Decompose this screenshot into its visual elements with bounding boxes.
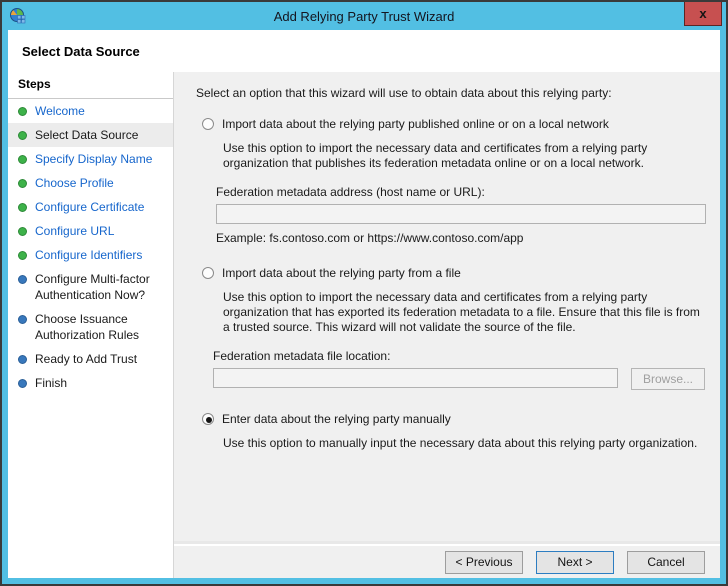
sidebar-item-finish: Finish (8, 371, 173, 395)
step-bullet-icon (18, 275, 27, 284)
sidebar-item-configure-certificate[interactable]: Configure Certificate (8, 195, 173, 219)
metadata-file-input (213, 368, 618, 388)
steps-sidebar: Steps Welcome Select Data Source Specify… (8, 72, 174, 578)
step-bullet-icon (18, 251, 27, 260)
radio-option-import-online[interactable]: Import data about the relying party publ… (202, 117, 712, 132)
wizard-window: Add Relying Party Trust Wizard x Select … (0, 0, 728, 586)
wizard-page-content: Select an option that this wizard will u… (174, 72, 720, 544)
next-button[interactable]: Next > (536, 551, 614, 574)
radio-label: Enter data about the relying party manua… (222, 412, 451, 427)
sidebar-item-configure-url[interactable]: Configure URL (8, 219, 173, 243)
browse-button: Browse... (631, 368, 705, 390)
radio-button-selected-icon[interactable] (202, 413, 214, 425)
sidebar-item-configure-multifactor: Configure Multi-factor Authentication No… (8, 267, 173, 307)
sidebar-item-ready-to-add-trust: Ready to Add Trust (8, 347, 173, 371)
close-button[interactable]: x (684, 2, 722, 26)
step-bullet-icon (18, 227, 27, 236)
sidebar-item-choose-issuance-rules: Choose Issuance Authorization Rules (8, 307, 173, 347)
sidebar-item-configure-identifiers[interactable]: Configure Identifiers (8, 243, 173, 267)
step-bullet-icon (18, 315, 27, 324)
radio-label: Import data about the relying party from… (222, 266, 461, 281)
sidebar-item-choose-profile[interactable]: Choose Profile (8, 171, 173, 195)
radio-option-import-file[interactable]: Import data about the relying party from… (202, 266, 712, 281)
titlebar: Add Relying Party Trust Wizard x (2, 2, 726, 30)
metadata-address-input (216, 204, 706, 224)
metadata-address-label: Federation metadata address (host name o… (216, 185, 712, 200)
sidebar-item-specify-display-name[interactable]: Specify Display Name (8, 147, 173, 171)
step-bullet-icon (18, 203, 27, 212)
metadata-file-label: Federation metadata file location: (213, 349, 712, 364)
option-description: Use this option to import the necessary … (223, 290, 700, 335)
radio-option-enter-manually[interactable]: Enter data about the relying party manua… (202, 412, 712, 427)
page-title: Select Data Source (22, 44, 140, 59)
wizard-body: Select Data Source Steps Welcome Select … (8, 30, 720, 578)
sidebar-item-select-data-source[interactable]: Select Data Source (8, 123, 173, 147)
option-description: Use this option to import the necessary … (223, 141, 700, 171)
step-bullet-icon (18, 379, 27, 388)
page-instruction: Select an option that this wizard will u… (196, 86, 712, 101)
steps-heading: Steps (8, 72, 173, 99)
window-title: Add Relying Party Trust Wizard (2, 2, 726, 30)
page-header: Select Data Source (8, 30, 720, 72)
step-bullet-icon (18, 179, 27, 188)
wizard-button-bar: < Previous Next > Cancel (174, 544, 720, 578)
radio-button-icon[interactable] (202, 267, 214, 279)
cancel-button[interactable]: Cancel (627, 551, 705, 574)
sidebar-item-welcome[interactable]: Welcome (8, 99, 173, 123)
metadata-address-example: Example: fs.contoso.com or https://www.c… (216, 231, 712, 246)
step-bullet-icon (18, 131, 27, 140)
previous-button[interactable]: < Previous (445, 551, 523, 574)
step-bullet-icon (18, 155, 27, 164)
option-description: Use this option to manually input the ne… (223, 436, 700, 451)
radio-button-icon[interactable] (202, 118, 214, 130)
step-bullet-icon (18, 107, 27, 116)
step-bullet-icon (18, 355, 27, 364)
radio-label: Import data about the relying party publ… (222, 117, 609, 132)
